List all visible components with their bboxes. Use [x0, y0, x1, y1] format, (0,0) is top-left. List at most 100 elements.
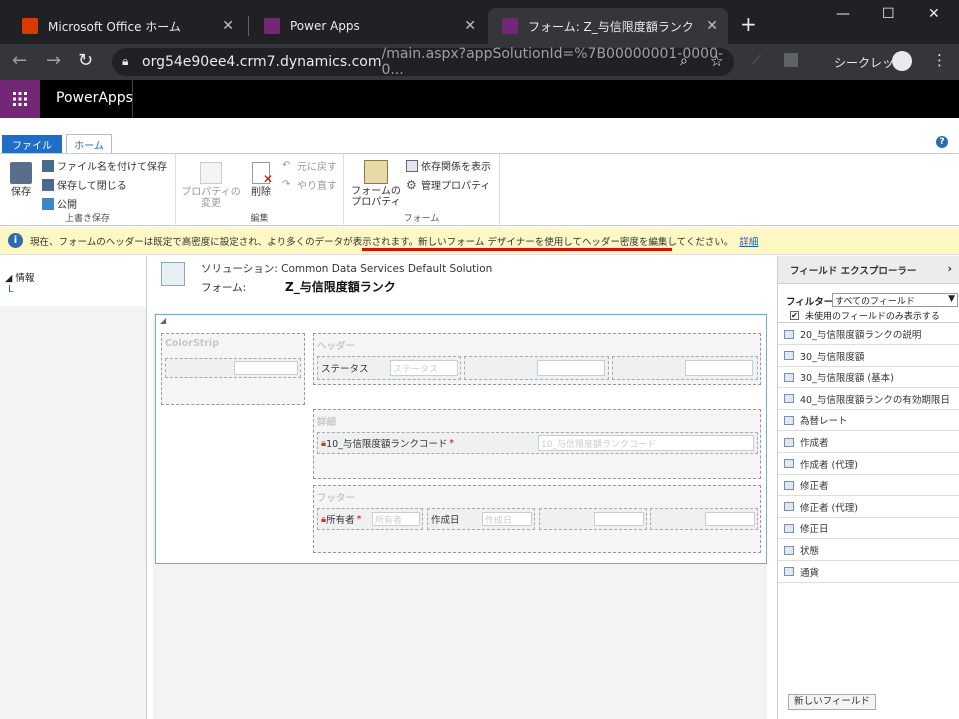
- form-settings-icon: [161, 262, 185, 286]
- annotation-underline: [362, 248, 672, 251]
- status-field[interactable]: ステータス ステータス: [317, 356, 461, 380]
- field-list-label: 30_与信限度額 (基本): [800, 373, 894, 385]
- footer-empty-field[interactable]: [539, 508, 647, 530]
- maximize-icon[interactable]: ☐: [882, 6, 895, 22]
- save-close-button[interactable]: 保存して閉じる: [42, 177, 127, 192]
- field-icon: [784, 415, 794, 425]
- field-list-item[interactable]: 30_与信限度額 (基本): [778, 367, 959, 389]
- created-on-field[interactable]: 作成日 作成日: [427, 508, 535, 530]
- button-label-line: フォームの: [351, 186, 401, 197]
- extension-icon[interactable]: ⟋: [752, 53, 761, 68]
- form-label: フォーム:: [201, 282, 247, 294]
- field-explorer-title: フィールド エクスプローラー ›: [778, 256, 959, 284]
- nav-section-info[interactable]: ◢ 情報: [5, 270, 34, 284]
- form-name: Z_与信限度額ランク: [285, 280, 396, 294]
- footer-empty-field[interactable]: [650, 508, 758, 530]
- close-icon[interactable]: ✕: [464, 18, 476, 34]
- empty-input[interactable]: [705, 512, 755, 526]
- tab-title: Power Apps: [290, 19, 360, 33]
- waffle-icon[interactable]: [0, 80, 40, 118]
- unused-only-checkbox[interactable]: ✔ 未使用のフィールドのみ表示する: [790, 309, 940, 322]
- colorstrip-field[interactable]: [165, 358, 301, 378]
- extension-icon[interactable]: [784, 53, 798, 67]
- help-icon[interactable]: ?: [936, 136, 948, 148]
- tab-office-home[interactable]: Microsoft Office ホーム ✕: [8, 8, 244, 44]
- tab-form[interactable]: フォーム: Z_与信限度額ランク ✕: [488, 8, 728, 44]
- header-empty-field[interactable]: [464, 356, 609, 380]
- save-as-button[interactable]: ファイル名を付けて保存: [42, 158, 167, 173]
- zoom-icon[interactable]: ⌕: [680, 53, 688, 69]
- field-list-item[interactable]: 通貨: [778, 562, 959, 583]
- menu-icon[interactable]: ⋮: [932, 51, 947, 69]
- star-icon[interactable]: ☆: [710, 52, 723, 70]
- nav-item-l[interactable]: L: [8, 284, 14, 295]
- show-dependencies-button[interactable]: 依存関係を表示: [406, 158, 491, 173]
- field-list-item[interactable]: 状態: [778, 540, 959, 561]
- tab-power-apps[interactable]: Power Apps ✕: [250, 8, 486, 44]
- form-layout-frame[interactable]: ◢ ColorStrip ヘッダー ステータス ステータス 詳細 🔒︎ 10_与…: [155, 314, 767, 564]
- incognito-icon[interactable]: [892, 51, 912, 71]
- empty-input[interactable]: [537, 360, 605, 376]
- save-button[interactable]: 保存: [6, 162, 36, 198]
- rank-code-field[interactable]: 🔒︎ 10_与信限度額ランクコード * 10_与信限度額ランクコード: [317, 432, 758, 454]
- ribbon-group-edit: プロパティの 変更 ✕ 削除 ↶ 元に戻す ↷ やり直す 編集: [176, 154, 344, 226]
- back-icon[interactable]: ←: [12, 50, 27, 71]
- redo-button[interactable]: ↷ やり直す: [282, 177, 337, 193]
- colorstrip-input[interactable]: [234, 361, 298, 375]
- managed-properties-button[interactable]: ⚙ 管理プロパティ: [406, 177, 490, 193]
- close-icon[interactable]: ✕: [222, 18, 234, 34]
- minimize-icon[interactable]: —: [836, 6, 850, 22]
- field-list-item[interactable]: 為替レート: [778, 410, 959, 432]
- chevron-right-icon[interactable]: ›: [947, 262, 952, 275]
- created-on-input[interactable]: 作成日: [482, 512, 532, 526]
- owner-field[interactable]: 🔒︎ 所有者 * 所有者: [317, 508, 423, 530]
- owner-input[interactable]: 所有者: [372, 512, 420, 526]
- field-icon: [784, 480, 794, 490]
- close-icon[interactable]: ✕: [706, 18, 718, 34]
- empty-input[interactable]: [685, 360, 753, 376]
- tab-file[interactable]: ファイル: [2, 135, 62, 153]
- field-list-item[interactable]: 作成者: [778, 432, 959, 453]
- field-list-item[interactable]: 修正日: [778, 518, 959, 540]
- field-list-item[interactable]: 40_与信限度額ランクの有効期限日: [778, 389, 959, 410]
- field-list-item[interactable]: 修正者 (代理): [778, 497, 959, 518]
- header-divider: [132, 80, 133, 118]
- tab-home[interactable]: ホーム: [66, 134, 112, 154]
- status-input[interactable]: ステータス: [390, 360, 458, 376]
- form-properties-button[interactable]: フォームの プロパティ: [348, 160, 404, 208]
- publish-button[interactable]: 公開: [42, 196, 77, 211]
- required-mark: *: [356, 513, 362, 525]
- delete-button[interactable]: ✕ 削除: [246, 162, 276, 198]
- section-title: ColorStrip: [165, 338, 220, 349]
- url-field[interactable]: 🔒︎ org54e90ee4.crm7.dynamics.com/main.as…: [112, 46, 734, 78]
- collapse-icon[interactable]: ◢: [160, 316, 166, 325]
- field-list-item[interactable]: 修正者: [778, 475, 959, 497]
- rank-code-input[interactable]: 10_与信限度額ランクコード: [538, 435, 754, 451]
- section-header[interactable]: ヘッダー ステータス ステータス: [313, 333, 761, 385]
- forward-icon[interactable]: →: [46, 50, 61, 71]
- properties-icon: [200, 162, 222, 184]
- reload-icon[interactable]: ↻: [78, 50, 93, 71]
- details-link[interactable]: 詳細: [739, 234, 758, 248]
- empty-input[interactable]: [594, 512, 644, 526]
- section-colorstrip[interactable]: ColorStrip: [161, 333, 305, 405]
- field-list-item[interactable]: 作成者 (代理): [778, 454, 959, 475]
- new-tab-icon[interactable]: +: [740, 12, 757, 36]
- filter-select[interactable]: すべてのフィールド ▼: [832, 293, 958, 307]
- field-list-item[interactable]: 20_与信限度額ランクの説明: [778, 324, 959, 345]
- tab-title: フォーム: Z_与信限度額ランク: [528, 19, 694, 34]
- field-label: 作成日: [431, 515, 460, 526]
- field-list-item[interactable]: 30_与信限度額: [778, 346, 959, 367]
- change-properties-button[interactable]: プロパティの 変更: [178, 162, 244, 209]
- app-name[interactable]: PowerApps: [56, 90, 133, 106]
- info-text: 現在、フォームのヘッダーは既定で高密度に設定され、より多くのデータが表示されます…: [30, 236, 419, 248]
- section-details[interactable]: 詳細 🔒︎ 10_与信限度額ランクコード * 10_与信限度額ランクコード: [313, 409, 761, 479]
- undo-button[interactable]: ↶ 元に戻す: [282, 158, 337, 174]
- header-empty-field[interactable]: [612, 356, 758, 380]
- close-window-icon[interactable]: ✕: [928, 6, 940, 22]
- section-footer[interactable]: フッター 🔒︎ 所有者 * 所有者 作成日 作成日: [313, 485, 761, 553]
- solution-value: Common Data Services Default Solution: [281, 263, 493, 275]
- publish-label: 公開: [57, 200, 77, 211]
- new-field-button[interactable]: 新しいフィールド: [788, 694, 876, 710]
- save-close-icon: [42, 178, 54, 191]
